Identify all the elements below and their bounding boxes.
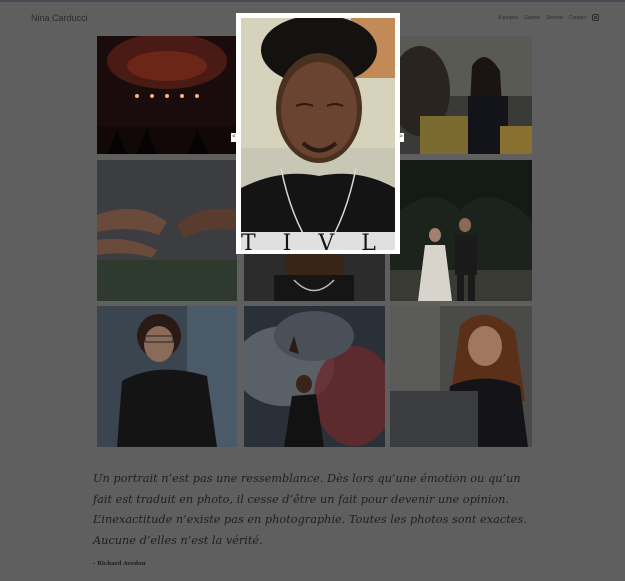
nav-link-service[interactable]: Service bbox=[546, 15, 563, 21]
gallery-image-person-in-smoke[interactable] bbox=[244, 306, 385, 447]
gallery-image-woman-with-laptop[interactable] bbox=[390, 306, 532, 447]
svg-text:T I V L I: T I V L I bbox=[241, 231, 395, 250]
gallery-image-concert[interactable] bbox=[97, 36, 237, 154]
brand-name[interactable]: Nina Carducci bbox=[31, 13, 88, 23]
nav-link-a-propos[interactable]: À propos bbox=[498, 15, 518, 21]
lightbox-next-button[interactable]: > bbox=[398, 133, 404, 142]
gallery-image-woman-smiling-outdoors[interactable] bbox=[390, 36, 532, 154]
lightbox-prev-button[interactable]: < bbox=[231, 133, 237, 142]
nav-link-contact[interactable]: Contact bbox=[569, 15, 586, 21]
main-nav: À propos Galerie Service Contact bbox=[498, 14, 599, 21]
lightbox-image: T I V L I bbox=[241, 18, 395, 250]
gallery-image-hands-reaching[interactable] bbox=[97, 160, 237, 301]
quote-author: - Richard Avedon bbox=[93, 561, 146, 567]
gallery-image-wedding-couple[interactable] bbox=[390, 160, 532, 301]
quote-text: Un portrait n’est pas une ressemblance. … bbox=[93, 472, 527, 548]
nav-link-galerie[interactable]: Galerie bbox=[524, 15, 540, 21]
gallery-image-woman-with-glasses[interactable] bbox=[97, 306, 237, 447]
instagram-icon[interactable] bbox=[592, 14, 599, 21]
